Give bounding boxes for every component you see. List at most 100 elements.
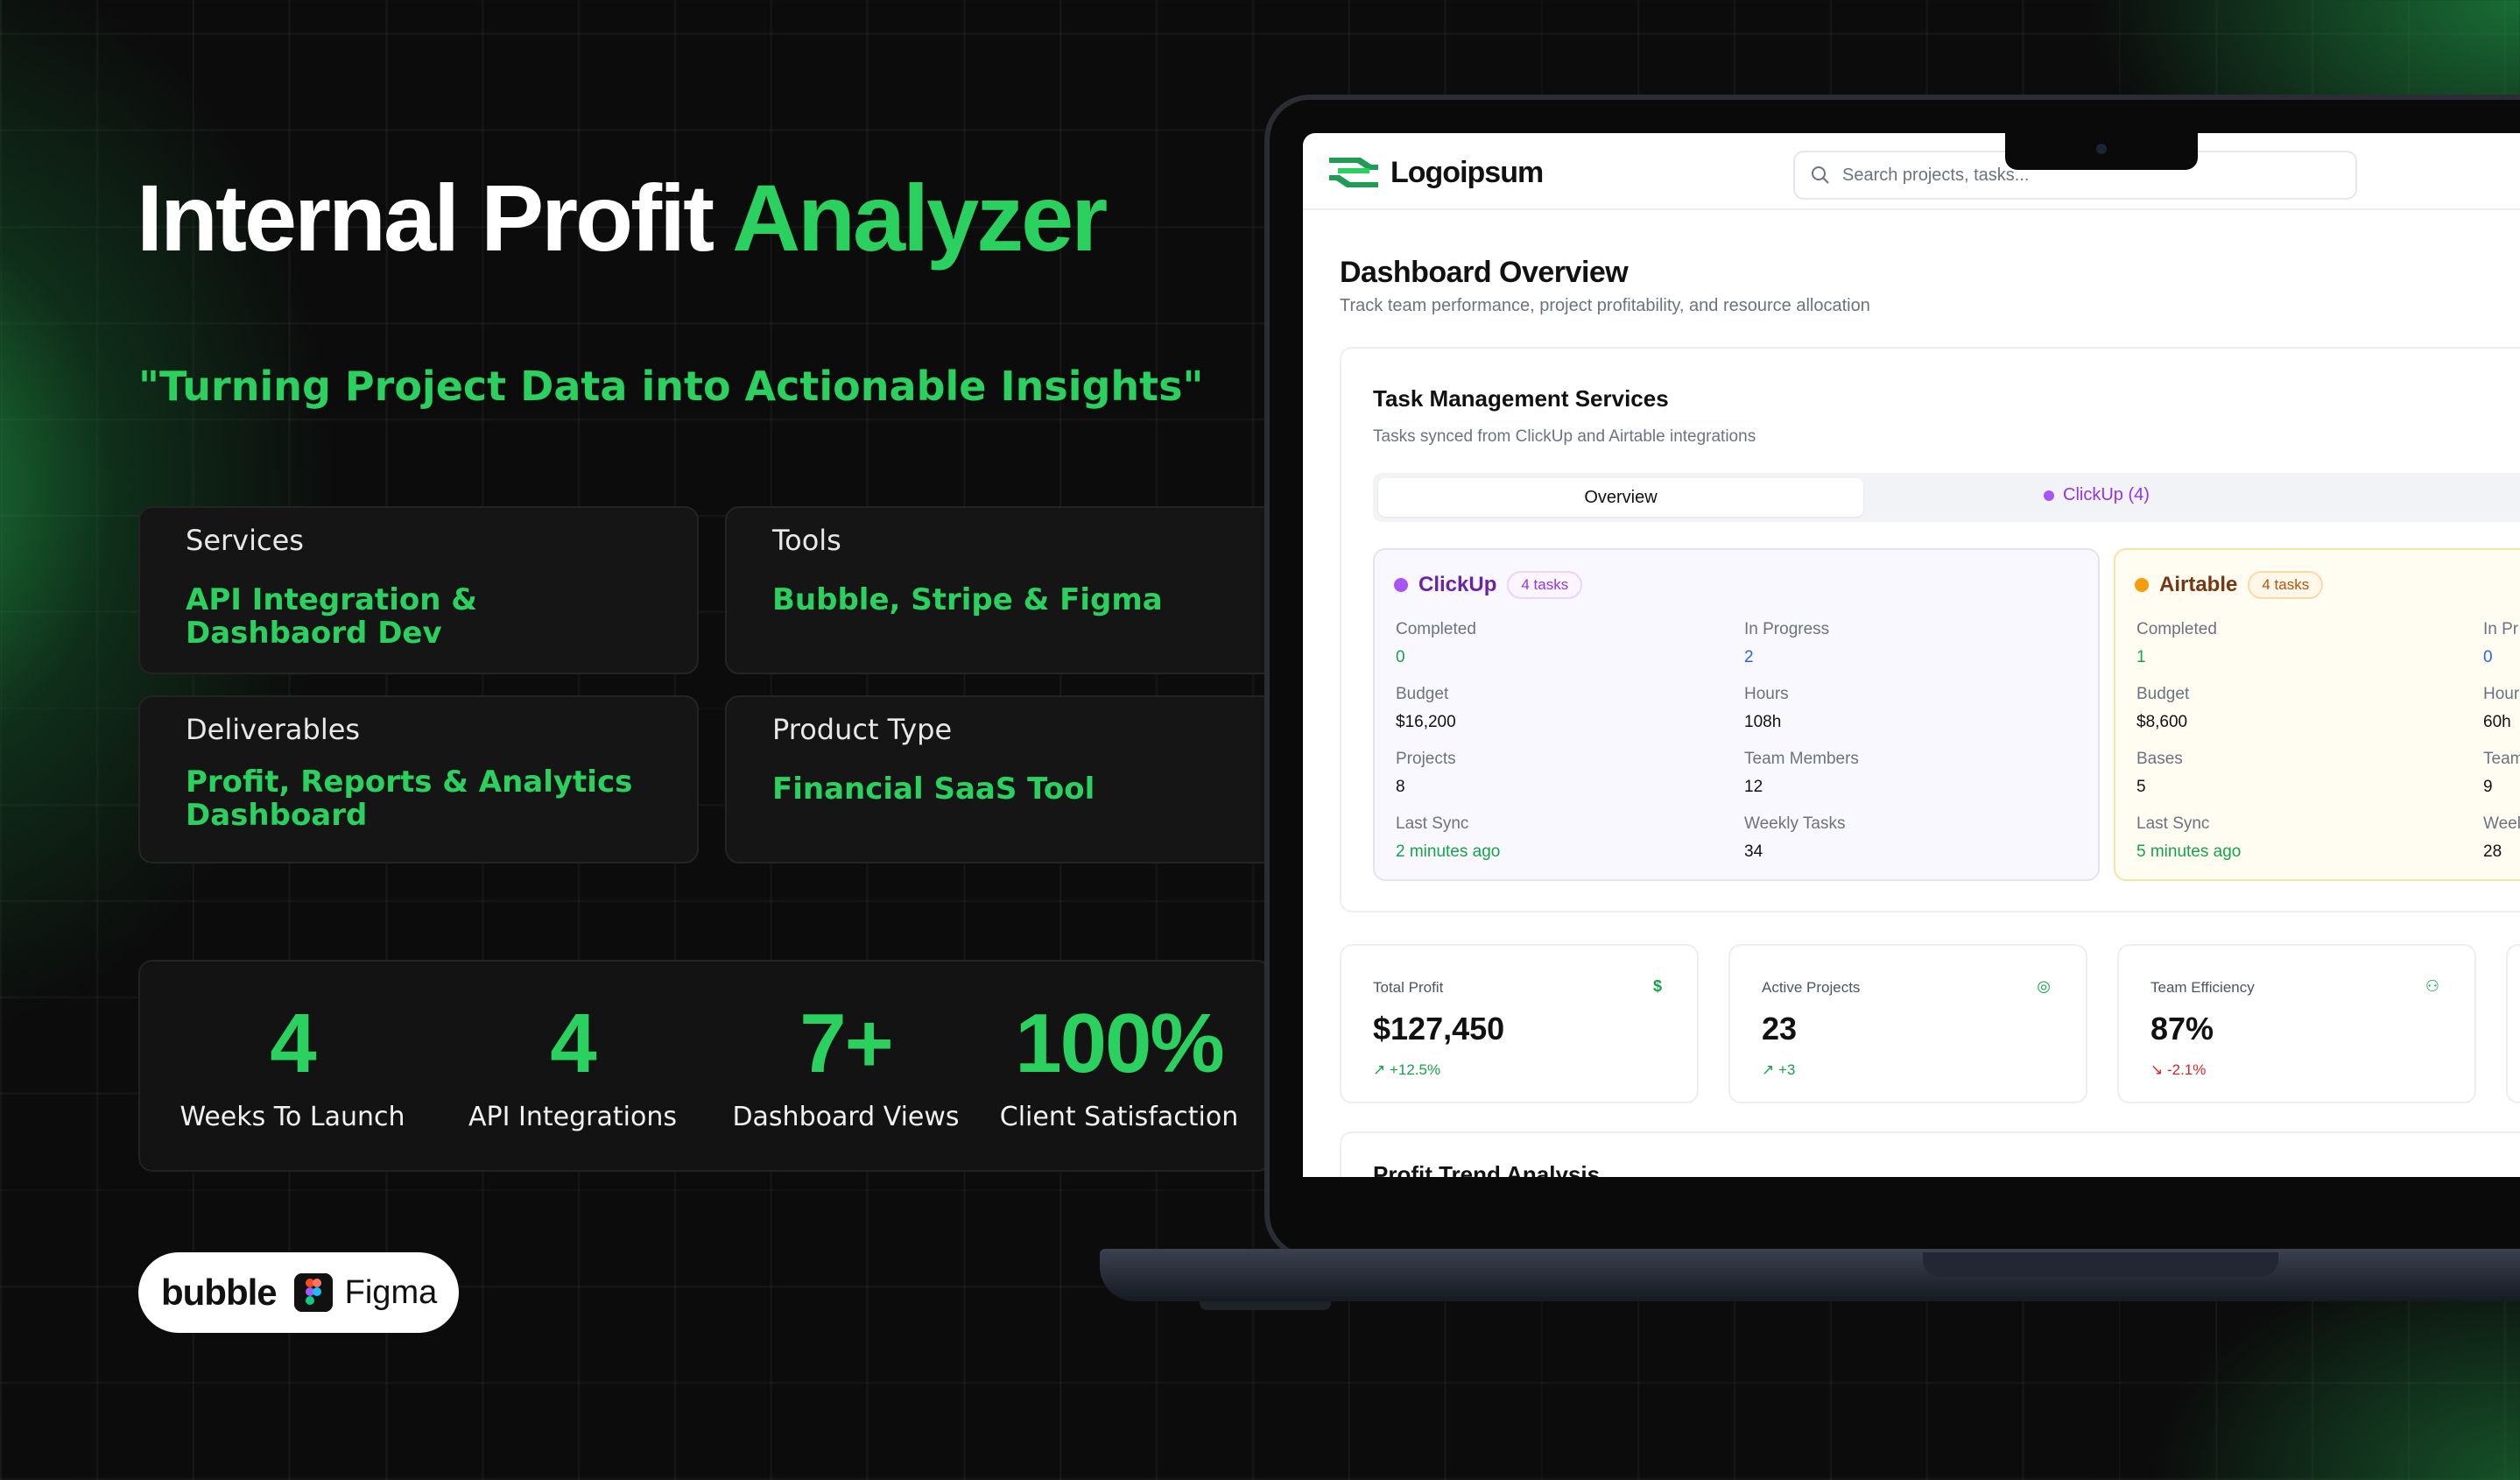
kv-value: 9 (2483, 778, 2493, 796)
kv-value: 8 (1396, 778, 1405, 796)
metric-active-projects[interactable]: Active Projects ◎ 23 ↗ +3 (1728, 944, 2087, 1103)
kv-label: In Progress (1744, 620, 1830, 638)
metric-delta: ↘ -2.1% (2150, 1061, 2207, 1078)
task-services-panel: Task Management Services Tasks synced fr… (1340, 347, 2520, 913)
kv-label: Team (2483, 750, 2520, 768)
tools-card: Tools Bubble, Stripe & Figma (725, 506, 1285, 674)
stat-number: 4 (270, 997, 316, 1090)
hero-title-accent: Analyzer (732, 165, 1108, 271)
figma-logo-text: Figma (344, 1273, 438, 1311)
deliverables-value-line2: Dashboard (186, 798, 368, 833)
stat-number: 4 (550, 997, 596, 1090)
stat-number: 100% (1015, 997, 1225, 1090)
airtable-card[interactable]: Airtable 4 tasks Completed 1 In Pr 0 Budge… (2114, 548, 2520, 881)
kv-value: 2 minutes ago (1396, 842, 1501, 861)
tools-value: Bubble, Stripe & Figma (772, 582, 1163, 617)
hero-title-main: Internal Profit (137, 165, 733, 271)
laptop-foot (1200, 1301, 1331, 1310)
metric-card-partial[interactable] (2506, 944, 2520, 1103)
page-title: Dashboard Overview (1340, 256, 1629, 289)
clickup-name: ClickUp (1418, 573, 1497, 596)
kv-value: 2 (1744, 648, 1754, 666)
airtable-name: Airtable (2159, 573, 2238, 596)
metric-total-profit[interactable]: Total Profit $ $127,450 ↗ +12.5% (1340, 944, 1699, 1103)
tools-label: Tools (772, 524, 841, 557)
kv-label: Last Sync (1396, 814, 1469, 833)
laptop-hinge-groove (1923, 1252, 2278, 1277)
kv-value: 108h (1744, 713, 1782, 731)
page-subtitle: Track team performance, project profitab… (1340, 296, 1870, 315)
search-placeholder: Search projects, tasks... (1842, 165, 2030, 185)
stat-caption: Weeks To Launch (179, 1102, 405, 1132)
airtable-status-icon (2135, 578, 2149, 592)
metric-team-efficiency[interactable]: Team Efficiency ⚇ 87% ↘ -2.1% (2117, 944, 2476, 1103)
stats-card: 4 Weeks To Launch 4 API Integrations 7+ … (138, 960, 1271, 1172)
services-label: Services (186, 524, 304, 557)
search-icon (1812, 166, 1829, 184)
hero-title: Internal Profit Analyzer (137, 163, 1108, 272)
kv-value: 0 (2483, 648, 2493, 666)
service-tabs: Overview ClickUp (4) (1373, 473, 2520, 522)
stat-number: 7+ (799, 997, 893, 1090)
clickup-task-badge: 4 tasks (1507, 571, 1583, 599)
airtable-budget: Budget $8,600 (2136, 685, 2189, 732)
product-type-label: Product Type (772, 713, 953, 746)
clickup-card[interactable]: ClickUp 4 tasks Completed 0 In Progress 2 … (1373, 548, 2100, 881)
airtable-task-badge: 4 tasks (2248, 571, 2324, 599)
clickup-budget: Budget $16,200 (1396, 685, 1456, 732)
metric-label: Total Profit (1373, 979, 1444, 996)
kv-value: 5 minutes ago (2136, 842, 2242, 861)
airtable-completed: Completed 1 (2136, 620, 2217, 667)
kv-value: 5 (2136, 778, 2146, 796)
kv-label: Budget (2136, 685, 2190, 703)
clickup-completed: Completed 0 (1396, 620, 1476, 667)
metric-label: Team Efficiency (2150, 979, 2255, 996)
kv-label: Budget (1396, 685, 1449, 703)
kv-label: Hour (2483, 685, 2520, 703)
kv-value: 28 (2483, 842, 2502, 861)
target-icon: ◎ (2037, 977, 2051, 995)
stat-caption: Client Satisfaction (999, 1102, 1239, 1132)
metric-label: Active Projects (1762, 979, 1861, 996)
clickup-dot-icon (2044, 490, 2054, 501)
airtable-team: Team 9 (2483, 750, 2520, 797)
airtable-hours: Hour 60h (2483, 685, 2519, 732)
kv-label: Completed (2136, 620, 2217, 638)
kv-label: Hours (1744, 685, 1789, 703)
stat-caption: Dashboard Views (732, 1102, 960, 1132)
tagline: "Turning Project Data into Actionable In… (138, 363, 1204, 410)
stat-satisfaction: 100% Client Satisfaction (979, 997, 1259, 1133)
users-icon: ⚇ (2425, 977, 2439, 995)
clickup-in-progress: In Progress 2 (1744, 620, 1829, 667)
metric-value: 23 (1762, 1011, 1798, 1047)
stat-caption: API Integrations (468, 1102, 677, 1132)
brand-logo[interactable]: Logoipsum (1326, 154, 1544, 191)
profit-trend-panel: Profit Trend Analysis (1340, 1131, 2520, 1177)
logoipsum-icon (1326, 154, 1382, 191)
product-type-value: Financial SaaS Tool (772, 772, 1095, 807)
kv-value: $16,200 (1396, 713, 1456, 731)
kv-label: Weel (2483, 814, 2520, 833)
tab-overview[interactable]: Overview (1378, 478, 1863, 517)
clickup-weekly: Weekly Tasks 34 (1744, 814, 1845, 862)
clickup-projects: Projects 8 (1396, 750, 1456, 797)
camera-notch (2005, 133, 2198, 170)
airtable-weekly: Weel 28 (2483, 814, 2520, 862)
deliverables-label: Deliverables (186, 713, 361, 746)
laptop-screen: Logoipsum Search projects, tasks... Dash… (1303, 133, 2520, 1177)
panel-title: Task Management Services (1373, 385, 1669, 412)
metric-delta: ↗ +12.5% (1373, 1061, 1441, 1078)
tool-logos-pill: bubble Figma (138, 1252, 459, 1333)
tab-clickup[interactable]: ClickUp (4) (2044, 485, 2150, 505)
kv-value: $8,600 (2136, 713, 2188, 731)
deliverables-value: Profit, Reports & Analytics Dashboard (186, 765, 651, 832)
figma-icon (293, 1273, 333, 1312)
kv-value: 34 (1744, 842, 1763, 861)
stat-api: 4 API Integrations (433, 997, 713, 1133)
tab-clickup-label: ClickUp (4) (2063, 485, 2150, 504)
kv-label: Projects (1396, 750, 1456, 768)
clickup-team: Team Members 12 (1744, 750, 1859, 797)
airtable-bases: Bases 5 (2136, 750, 2183, 797)
airtable-in-progress: In Pr 0 (2483, 620, 2518, 667)
kv-label: Bases (2136, 750, 2183, 768)
